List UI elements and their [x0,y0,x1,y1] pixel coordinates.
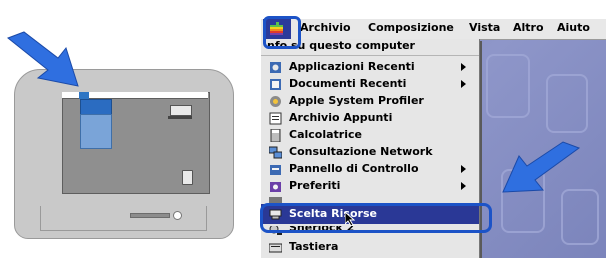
menu-item-control-panel[interactable]: Pannello di Controllo [261,161,479,178]
menu-item-favorites[interactable]: Preferiti [261,178,479,195]
menu-divider [261,55,479,56]
menu-item-label: Documenti Recenti [289,77,407,90]
menu-item-label: Archivio Appunti [289,111,393,124]
hard-disk-base [168,116,192,119]
power-button [173,211,182,220]
clipboard-icon [269,112,282,125]
keyboard-icon [269,243,282,253]
submenu-arrow-icon [461,182,466,190]
menu-item-label: Tastiera [289,240,339,253]
calculator-icon [270,129,281,142]
favorites-icon [270,182,281,192]
cd-slot [130,213,170,218]
computer-base [40,206,207,231]
recent-docs-icon [270,79,281,90]
menu-vista[interactable]: Vista [469,21,500,34]
menu-composizione[interactable]: Composizione [368,21,454,34]
menu-item-recent-apps[interactable]: Applicazioni Recenti [261,59,479,76]
screen-apple-icon [79,92,89,99]
pointer-arrow-icon [502,141,581,193]
trash-icon [182,170,193,185]
submenu-arrow-icon [461,80,466,88]
profiler-icon [270,96,281,107]
recent-apps-icon [270,62,281,73]
desktop-pattern [546,74,588,133]
menu-item-label: Consultazione Network [289,145,433,158]
menu-altro[interactable]: Altro [513,21,544,34]
menu-bar: Archivio Composizione Vista Altro Aiuto [261,19,606,40]
screen-menu-highlight [80,99,112,115]
menu-archivio[interactable]: Archivio [300,21,351,34]
apple-menu-highlight [263,16,301,49]
control-panel-icon [270,165,281,175]
menu-item-label: Calcolatrice [289,128,362,141]
menu-item-hidden [261,195,479,203]
network-icon [269,146,282,159]
submenu-arrow-icon [461,63,466,71]
menu-item-keyboard[interactable]: Tastiera [261,239,479,256]
menu-item-calculator[interactable]: Calcolatrice [261,127,479,144]
menu-item-label: Applicazioni Recenti [289,60,415,73]
menu-aiuto[interactable]: Aiuto [557,21,590,34]
menu-item-system-profiler[interactable]: Apple System Profiler [261,93,479,110]
menu-item-label: Apple System Profiler [289,94,424,107]
menu-item-clipboard[interactable]: Archivio Appunti [261,110,479,127]
menu-item-label: Preferiti [289,179,341,192]
menu-item-label: Pannello di Controllo [289,162,419,175]
hard-disk-icon [170,105,192,116]
pointer-arrow-icon [7,31,79,87]
submenu-arrow-icon [461,165,466,173]
desktop-pattern [486,54,530,118]
chooser-item-highlight [260,203,492,233]
menu-item-network[interactable]: Consultazione Network [261,144,479,161]
menu-item-recent-docs[interactable]: Documenti Recenti [261,76,479,93]
screen-menu [80,114,112,149]
